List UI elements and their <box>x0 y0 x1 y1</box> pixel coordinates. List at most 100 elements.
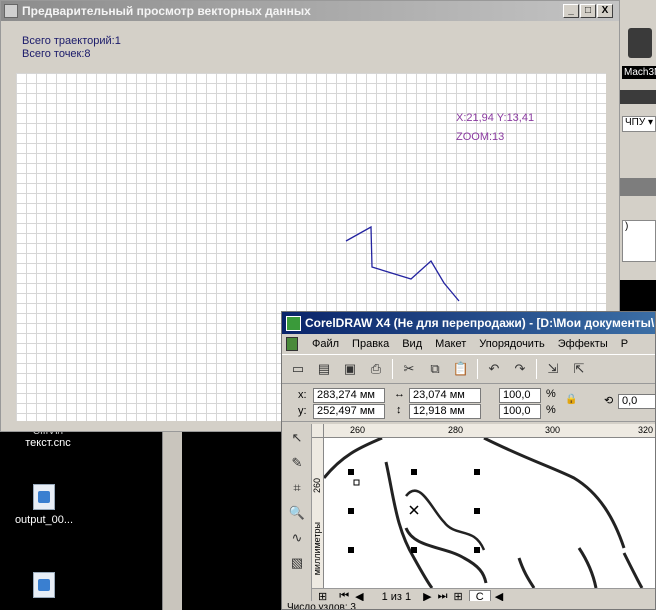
menu-arrange[interactable]: Упорядочить <box>479 338 544 350</box>
crop-tool-icon[interactable]: ⌗ <box>285 477 309 499</box>
rotation-field[interactable]: 0,0 <box>618 394 655 409</box>
selection-handle <box>348 508 354 514</box>
mach3-icon[interactable] <box>628 28 652 58</box>
standard-toolbar: ▭ ▤ ▣ ⎙ ✂ ⧉ 📋 ↶ ↷ ⇲ ⇱ <box>282 354 655 384</box>
mach3-background-window: Mach3M ЧПУ ▾ ) <box>620 0 656 280</box>
desktop-icon-label: текст.cnc <box>25 437 71 449</box>
menu-edit[interactable]: Правка <box>352 338 389 350</box>
preview-title: Предварительный просмотр векторных данны… <box>22 4 311 18</box>
menu-effects[interactable]: Эффекты <box>558 338 608 350</box>
toolbar-separator <box>536 359 537 379</box>
x-label: x: <box>298 389 307 401</box>
copy-icon[interactable]: ⧉ <box>425 359 445 379</box>
window-controls: _ □ X <box>563 4 613 18</box>
import-icon[interactable]: ⇲ <box>543 359 563 379</box>
undo-icon[interactable]: ↶ <box>484 359 504 379</box>
y-position-field[interactable]: 252,497 мм <box>313 404 385 419</box>
outline-curve-bottom-right <box>517 557 536 588</box>
point-count: Всего точек:8 <box>22 48 91 60</box>
smart-fill-icon[interactable]: ▧ <box>285 552 309 574</box>
coreldraw-titlebar[interactable]: CorelDRAW X4 (Не для перепродажи) - [D:\… <box>282 312 655 334</box>
cut-icon[interactable]: ✂ <box>399 359 419 379</box>
mach3-bar-2 <box>620 178 656 196</box>
open-icon[interactable]: ▤ <box>314 359 334 379</box>
desktop-icon-label: output_00... <box>14 514 74 526</box>
paste-icon[interactable]: 📋 <box>451 359 471 379</box>
cpu-dropdown-label: ЧПУ <box>625 117 646 128</box>
save-icon[interactable]: ▣ <box>340 359 360 379</box>
redo-icon[interactable]: ↷ <box>510 359 530 379</box>
close-button[interactable]: X <box>597 4 613 18</box>
outline-curve-far-right <box>577 547 598 588</box>
pick-tool-icon[interactable]: ↖ <box>285 427 309 449</box>
outline-curve-right <box>622 552 644 588</box>
desktop-icon-output[interactable]: output_00... <box>4 484 84 526</box>
mach3-label: Mach3M <box>622 66 656 79</box>
ruler-tick: 280 <box>448 425 464 435</box>
selection-handle <box>474 469 480 475</box>
lock-ratio-icon[interactable]: 🔒 <box>565 394 577 405</box>
horizontal-ruler[interactable]: 260 280 300 320 <box>324 424 655 438</box>
width-icon: ↔ <box>394 388 405 400</box>
print-icon[interactable]: ⎙ <box>366 359 386 379</box>
coreldraw-title: CorelDRAW X4 (Не для перепродажи) - [D:\… <box>305 316 655 330</box>
toolbox: ↖ ✎ ⌗ 🔍 ∿ ▧ <box>282 424 312 609</box>
maximize-button[interactable]: □ <box>580 4 596 18</box>
desktop-strip <box>162 430 182 610</box>
coreldraw-window: CorelDRAW X4 (Не для перепродажи) - [D:\… <box>281 311 656 610</box>
scale-x-field[interactable]: 100,0 <box>499 388 541 403</box>
selection-handle <box>411 547 417 553</box>
desktop-icon-file[interactable] <box>4 572 84 602</box>
app-icon <box>4 4 18 18</box>
export-icon[interactable]: ⇱ <box>569 359 589 379</box>
new-document-icon[interactable]: ▭ <box>288 359 308 379</box>
chevron-down-icon: ▾ <box>648 117 654 128</box>
file-icon <box>33 572 55 598</box>
x-position-field[interactable]: 283,274 мм <box>313 388 385 403</box>
coreldraw-workspace: ↖ ✎ ⌗ 🔍 ∿ ▧ 260 280 300 320 260 миллимет… <box>282 424 655 609</box>
scale-y-field[interactable]: 100,0 <box>499 404 541 419</box>
status-bar: Число узлов: 3 <box>282 601 655 609</box>
selection-handle <box>411 469 417 475</box>
zoom-tool-icon[interactable]: 🔍 <box>285 502 309 524</box>
outline-curve-inner <box>384 461 434 588</box>
ruler-tick: 320 <box>638 425 654 435</box>
menu-file[interactable]: Файл <box>312 338 339 350</box>
shape-tool-icon[interactable]: ✎ <box>285 452 309 474</box>
cpu-dropdown[interactable]: ЧПУ ▾ <box>622 116 656 132</box>
property-bar: x: y: 283,274 мм 252,497 мм ↔ ↕ 23,074 м… <box>282 384 655 422</box>
coreldraw-icon <box>286 315 301 331</box>
menu-view[interactable]: Вид <box>402 338 422 350</box>
vertical-ruler[interactable]: 260 миллиметры <box>312 438 324 588</box>
file-icon <box>33 484 55 510</box>
ruler-units: миллиметры <box>312 522 322 576</box>
y-label: y: <box>298 405 307 417</box>
height-icon: ↕ <box>396 404 402 416</box>
center-marker <box>409 505 419 515</box>
ruler-tick: 260 <box>312 478 322 494</box>
percent-y-label: % <box>546 404 556 416</box>
ruler-tick: 300 <box>545 425 561 435</box>
minimize-button[interactable]: _ <box>563 4 579 18</box>
ruler-corner[interactable] <box>312 424 324 438</box>
toolbar-separator <box>477 359 478 379</box>
mach3-panel-text: ) <box>625 221 629 232</box>
mach3-bar <box>620 90 656 104</box>
selection-handle <box>348 547 354 553</box>
trajectory-count: Всего траекторий:1 <box>22 35 121 47</box>
vector-trajectory <box>345 225 460 302</box>
selection-handle <box>474 547 480 553</box>
freehand-tool-icon[interactable]: ∿ <box>285 527 309 549</box>
rotation-icon: ⟲ <box>604 395 614 407</box>
mach3-panel: ) <box>622 220 656 262</box>
width-field[interactable]: 23,074 мм <box>409 388 481 403</box>
selection-handle <box>348 469 354 475</box>
menu-layout[interactable]: Макет <box>435 338 466 350</box>
document-icon[interactable] <box>286 337 298 351</box>
outline-curve-top <box>483 438 626 549</box>
ruler-tick: 260 <box>350 425 366 435</box>
height-field[interactable]: 12,918 мм <box>409 404 481 419</box>
menu-bitmaps[interactable]: Р <box>621 338 628 350</box>
preview-titlebar[interactable]: Предварительный просмотр векторных данны… <box>1 1 619 21</box>
drawing-page[interactable] <box>324 438 655 588</box>
